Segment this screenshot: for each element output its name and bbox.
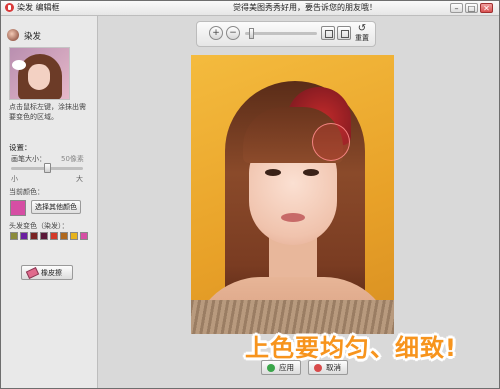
editor-window: 染发 编辑框 觉得美图秀秀好用，要告诉您的朋友哦！ – □ ✕ 染发 点击鼠标左… <box>0 0 500 389</box>
hair-color-label: 头发变色（染发）： <box>9 222 69 230</box>
window-title: 染发 编辑框 <box>17 3 60 12</box>
brush-size-label: 画笔大小： <box>11 155 46 163</box>
cancel-label: 取消 <box>326 363 341 372</box>
current-color-label: 当前颜色： <box>9 188 44 196</box>
left-panel: 染发 点击鼠标左键，涂抹出需要变色的区域。 设置： 画笔大小： 50像素 小 大… <box>1 16 98 388</box>
hair-color-swatch[interactable] <box>80 232 88 240</box>
apply-label: 应用 <box>279 363 294 372</box>
settings-title: 设置： <box>9 143 32 152</box>
hair-color-swatch[interactable] <box>20 232 28 240</box>
title-slogan: 觉得美图秀秀好用，要告诉您的朋友哦！ <box>233 3 377 12</box>
slider-max-label: 大 <box>76 175 83 183</box>
instruction-text: 点击鼠标左键，涂抹出需要变色的区域。 <box>9 103 86 121</box>
eraser-button[interactable]: 橡皮擦 <box>21 265 73 280</box>
hair-color-swatch[interactable] <box>10 232 18 240</box>
choose-other-color-button[interactable]: 选择其他颜色 <box>31 200 81 214</box>
reset-icon: ↺ <box>357 23 367 34</box>
zoom-slider[interactable] <box>245 32 317 35</box>
eraser-icon <box>25 267 40 279</box>
eraser-button-label: 橡皮擦 <box>41 269 62 277</box>
reset-button[interactable]: ↺ 重置 <box>352 23 372 44</box>
hair-color-swatch[interactable] <box>70 232 78 240</box>
zoom-slider-thumb[interactable] <box>248 28 254 39</box>
zoom-out-icon[interactable]: − <box>226 26 240 40</box>
title-bar: 染发 编辑框 觉得美图秀秀好用，要告诉您的朋友哦！ – □ ✕ <box>1 1 499 16</box>
hair-color-swatch[interactable] <box>60 232 68 240</box>
photo-canvas[interactable] <box>191 55 394 334</box>
actual-size-icon[interactable] <box>337 26 351 40</box>
reset-label: 重置 <box>355 34 369 42</box>
preview-thumbnail <box>9 47 70 100</box>
app-logo-icon <box>5 3 14 12</box>
brush-cursor <box>312 123 350 161</box>
check-icon <box>267 364 275 372</box>
apply-button[interactable]: 应用 <box>261 360 301 375</box>
minimize-button[interactable]: – <box>450 3 463 13</box>
cancel-icon <box>314 364 322 372</box>
hair-color-swatch[interactable] <box>50 232 58 240</box>
overlay-slogan: 上色要均匀、细致! <box>245 334 457 362</box>
current-color-swatch[interactable] <box>10 200 26 216</box>
maximize-button[interactable]: □ <box>465 3 478 13</box>
cancel-button[interactable]: 取消 <box>308 360 348 375</box>
close-button[interactable]: ✕ <box>480 3 493 13</box>
view-toolbar: + − ↺ 重置 <box>196 21 376 47</box>
hair-color-swatch[interactable] <box>40 232 48 240</box>
brush-size-slider-thumb[interactable] <box>44 163 51 173</box>
hair-dye-icon <box>7 29 19 41</box>
fit-window-icon[interactable] <box>321 26 335 40</box>
tool-name: 染发 <box>24 32 42 42</box>
brush-size-value: 50像素 <box>61 155 84 163</box>
slider-min-label: 小 <box>11 175 18 183</box>
zoom-in-icon[interactable]: + <box>209 26 223 40</box>
hair-color-swatches <box>10 232 88 240</box>
hair-color-swatch[interactable] <box>30 232 38 240</box>
